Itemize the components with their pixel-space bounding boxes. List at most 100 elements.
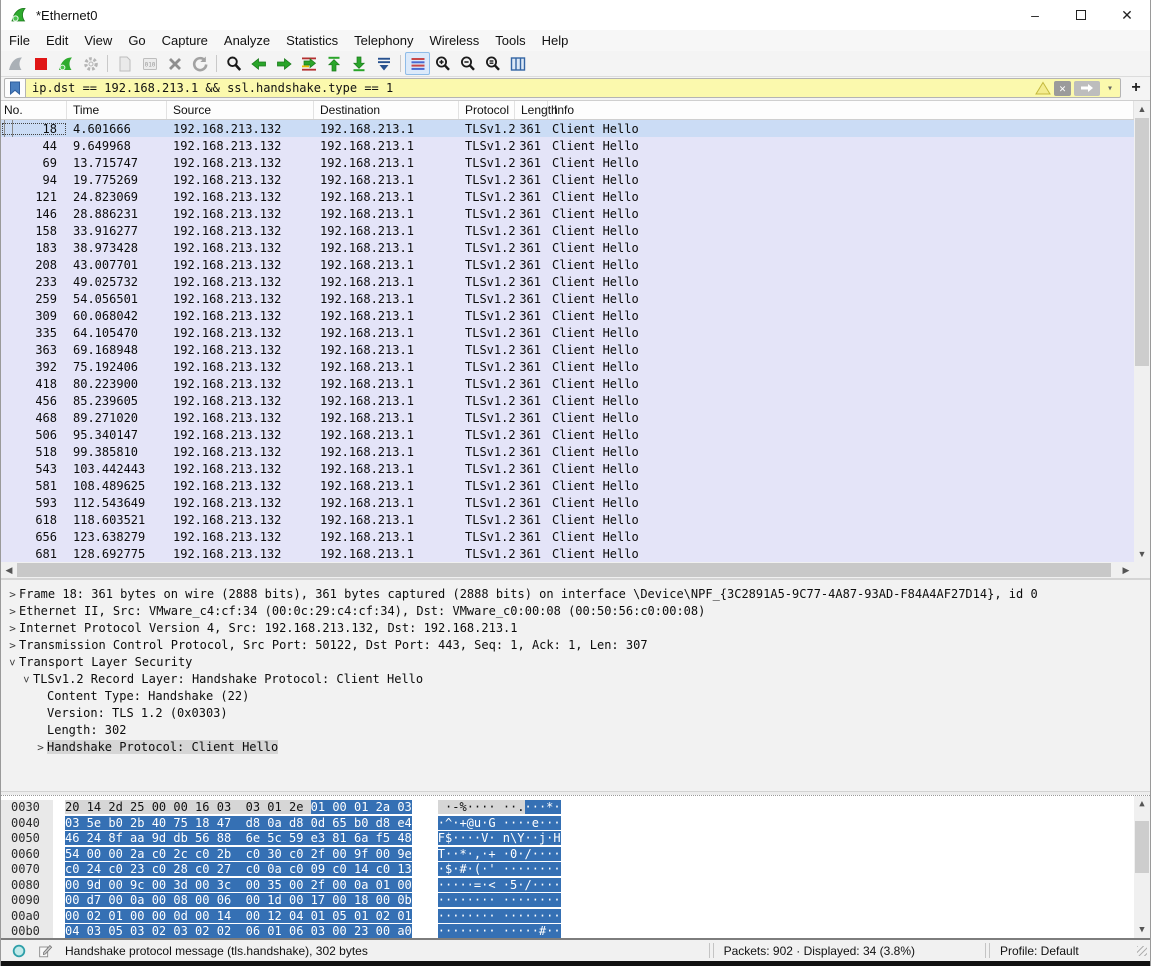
capture-options-button[interactable] <box>78 52 103 75</box>
packet-row[interactable]: 449.649968192.168.213.132192.168.213.1TL… <box>1 137 1134 154</box>
column-header-source[interactable]: Source <box>167 101 314 119</box>
packet-row[interactable]: 593112.543649192.168.213.132192.168.213.… <box>1 494 1134 511</box>
start-capture-button[interactable] <box>3 52 28 75</box>
packet-row[interactable]: 51899.385810192.168.213.132192.168.213.1… <box>1 443 1134 460</box>
hex-row[interactable]: 0070c0 24 c0 23 c0 28 c0 27 c0 0a c0 09 … <box>1 862 1150 878</box>
filter-clear-button[interactable]: ✕ <box>1054 81 1071 96</box>
hex-vscrollbar[interactable]: ▲ ▼ <box>1134 796 1150 938</box>
packet-row[interactable]: 581108.489625192.168.213.132192.168.213.… <box>1 477 1134 494</box>
column-header-no[interactable]: No. <box>1 101 67 119</box>
auto-scroll-button[interactable] <box>371 52 396 75</box>
packet-row[interactable]: 23349.025732192.168.213.132192.168.213.1… <box>1 273 1134 290</box>
packet-row[interactable]: 50695.340147192.168.213.132192.168.213.1… <box>1 426 1134 443</box>
filter-apply-button[interactable] <box>1074 81 1100 96</box>
restart-capture-button[interactable] <box>53 52 78 75</box>
hex-row[interactable]: 004003 5e b0 2b 40 75 18 47 d8 0a d8 0d … <box>1 816 1150 832</box>
hex-row[interactable]: 009000 d7 00 0a 00 08 00 06 00 1d 00 17 … <box>1 893 1150 909</box>
packet-row[interactable]: 20843.007701192.168.213.132192.168.213.1… <box>1 256 1134 273</box>
zoom-out-button[interactable] <box>455 52 480 75</box>
packet-row[interactable]: 41880.223900192.168.213.132192.168.213.1… <box>1 375 1134 392</box>
hex-row[interactable]: 008000 9d 00 9c 00 3d 00 3c 00 35 00 2f … <box>1 878 1150 894</box>
detail-line[interactable]: >TLSv1.2 Record Layer: Handshake Protoco… <box>1 671 1150 688</box>
column-header-info[interactable]: Info <box>548 101 1134 119</box>
menu-item-wireless[interactable]: Wireless <box>421 31 487 50</box>
column-header-length[interactable]: Length <box>515 101 548 119</box>
go-last-button[interactable] <box>346 52 371 75</box>
scroll-down-icon[interactable]: ▼ <box>1134 546 1150 562</box>
filter-bookmark-button[interactable] <box>4 78 26 98</box>
scroll-down-icon[interactable]: ▼ <box>1134 922 1150 938</box>
hex-row[interactable]: 006054 00 00 2a c0 2c c0 2b c0 30 c0 2f … <box>1 847 1150 863</box>
menu-item-telephony[interactable]: Telephony <box>346 31 421 50</box>
packet-row[interactable]: 45685.239605192.168.213.132192.168.213.1… <box>1 392 1134 409</box>
packet-row[interactable]: 46889.271020192.168.213.132192.168.213.1… <box>1 409 1134 426</box>
packet-row[interactable]: 681128.692775192.168.213.132192.168.213.… <box>1 545 1134 562</box>
go-back-button[interactable] <box>246 52 271 75</box>
detail-line[interactable]: >Ethernet II, Src: VMware_c4:cf:34 (00:0… <box>1 603 1150 620</box>
column-header-destination[interactable]: Destination <box>314 101 459 119</box>
menu-item-statistics[interactable]: Statistics <box>278 31 346 50</box>
scroll-up-icon[interactable]: ▲ <box>1134 796 1150 812</box>
packet-row[interactable]: 618118.603521192.168.213.132192.168.213.… <box>1 511 1134 528</box>
packet-row[interactable]: 15833.916277192.168.213.132192.168.213.1… <box>1 222 1134 239</box>
expand-icon[interactable]: > <box>6 603 19 620</box>
stop-capture-button[interactable] <box>28 52 53 75</box>
column-header-time[interactable]: Time <box>67 101 167 119</box>
detail-line[interactable]: >Frame 18: 361 bytes on wire (2888 bits)… <box>1 586 1150 603</box>
column-header-protocol[interactable]: Protocol <box>459 101 515 119</box>
menu-item-tools[interactable]: Tools <box>487 31 533 50</box>
expand-icon[interactable]: > <box>34 739 47 756</box>
find-packet-button[interactable] <box>221 52 246 75</box>
close-button[interactable]: ✕ <box>1104 0 1150 30</box>
packet-row[interactable]: 18338.973428192.168.213.132192.168.213.1… <box>1 239 1134 256</box>
packet-row[interactable]: 36369.168948192.168.213.132192.168.213.1… <box>1 341 1134 358</box>
scrollbar-thumb[interactable] <box>17 563 1111 577</box>
open-file-button[interactable] <box>112 52 137 75</box>
packet-row[interactable]: 30960.068042192.168.213.132192.168.213.1… <box>1 307 1134 324</box>
colorize-packets-button[interactable] <box>405 52 430 75</box>
packet-list-vscrollbar[interactable]: ▲ ▼ <box>1134 101 1150 562</box>
packet-row[interactable]: 6913.715747192.168.213.132192.168.213.1T… <box>1 154 1134 171</box>
packet-row[interactable]: 12124.823069192.168.213.132192.168.213.1… <box>1 188 1134 205</box>
detail-line[interactable]: >Transport Layer Security <box>1 654 1150 671</box>
save-file-button[interactable]: 010 <box>137 52 162 75</box>
profile-label[interactable]: Profile: Default <box>1000 944 1079 958</box>
packet-row[interactable]: 9419.775269192.168.213.132192.168.213.1T… <box>1 171 1134 188</box>
resize-grip[interactable] <box>1137 946 1147 956</box>
display-filter-input[interactable]: ip.dst == 192.168.213.1 && ssl.handshake… <box>26 78 1121 98</box>
packet-row[interactable]: 656123.638279192.168.213.132192.168.213.… <box>1 528 1134 545</box>
packet-row[interactable]: 33564.105470192.168.213.132192.168.213.1… <box>1 324 1134 341</box>
hex-row[interactable]: 003020 14 2d 25 00 00 16 03 03 01 2e 01 … <box>1 800 1150 816</box>
packet-list-hscrollbar[interactable]: ◀ ▶ <box>1 562 1134 578</box>
close-file-button[interactable] <box>162 52 187 75</box>
scroll-up-icon[interactable]: ▲ <box>1134 101 1150 117</box>
minimize-button[interactable]: – <box>1012 0 1058 30</box>
menu-item-file[interactable]: File <box>1 31 38 50</box>
zoom-in-button[interactable] <box>430 52 455 75</box>
menu-item-edit[interactable]: Edit <box>38 31 76 50</box>
expand-icon[interactable]: > <box>6 586 19 603</box>
reload-file-button[interactable] <box>187 52 212 75</box>
expert-info-icon[interactable] <box>11 943 27 959</box>
menu-item-go[interactable]: Go <box>120 31 153 50</box>
menu-item-capture[interactable]: Capture <box>154 31 216 50</box>
go-first-button[interactable] <box>321 52 346 75</box>
scrollbar-thumb[interactable] <box>1135 118 1149 366</box>
packet-row[interactable]: 184.601666192.168.213.132192.168.213.1TL… <box>1 120 1134 137</box>
menu-item-view[interactable]: View <box>76 31 120 50</box>
capture-comment-icon[interactable] <box>37 943 53 959</box>
expand-icon[interactable]: > <box>6 637 19 654</box>
hex-row[interactable]: 00a000 02 01 00 00 0d 00 14 00 12 04 01 … <box>1 909 1150 925</box>
detail-line[interactable]: >Handshake Protocol: Client Hello <box>1 739 1150 756</box>
resize-columns-button[interactable] <box>505 52 530 75</box>
packet-row[interactable]: 39275.192406192.168.213.132192.168.213.1… <box>1 358 1134 375</box>
scrollbar-thumb[interactable] <box>1135 821 1149 873</box>
detail-line[interactable]: >Internet Protocol Version 4, Src: 192.1… <box>1 620 1150 637</box>
collapse-icon[interactable]: > <box>4 656 21 669</box>
menu-item-analyze[interactable]: Analyze <box>216 31 278 50</box>
packet-row[interactable]: 543103.442443192.168.213.132192.168.213.… <box>1 460 1134 477</box>
maximize-button[interactable] <box>1058 0 1104 30</box>
filter-add-button[interactable]: + <box>1125 79 1147 97</box>
filter-dropdown-button[interactable]: ▾ <box>1103 83 1117 94</box>
expand-icon[interactable]: > <box>6 620 19 637</box>
